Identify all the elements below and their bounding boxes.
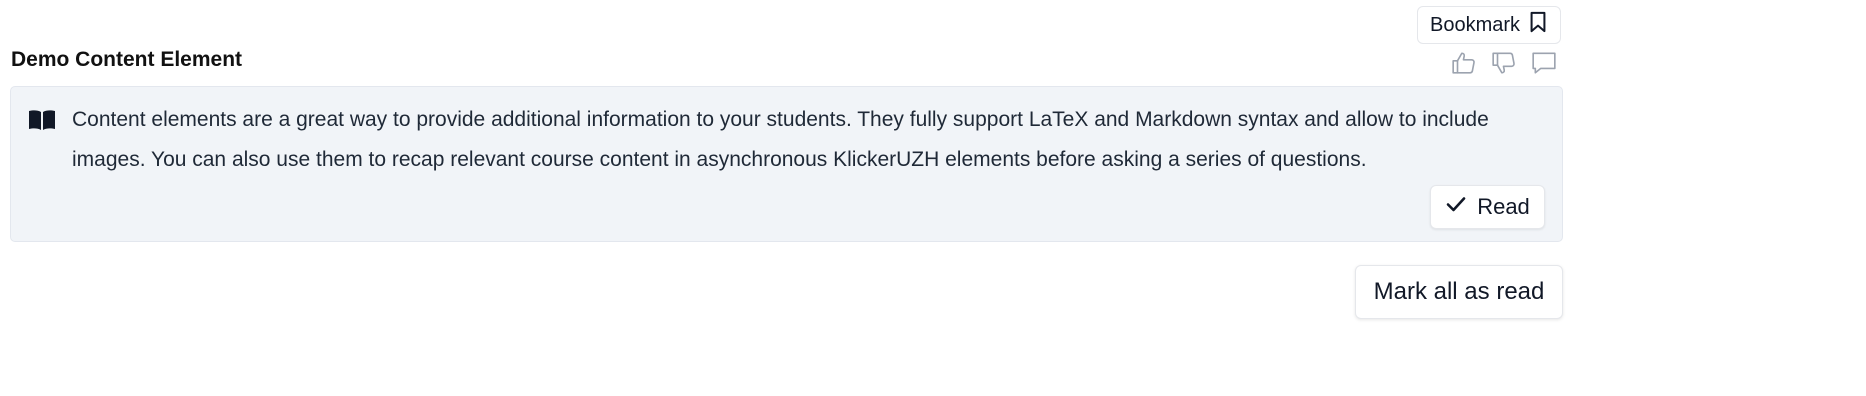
bookmark-icon [1528, 11, 1548, 39]
thumbs-down-icon[interactable] [1491, 50, 1517, 76]
read-button[interactable]: Read [1430, 185, 1545, 229]
mark-all-read-button[interactable]: Mark all as read [1355, 265, 1563, 319]
content-card: Content elements are a great way to prov… [10, 86, 1563, 242]
element-title: Demo Content Element [11, 48, 243, 71]
content-text: Content elements are a great way to prov… [72, 108, 1489, 171]
comment-icon[interactable] [1531, 50, 1557, 76]
bookmark-label: Bookmark [1429, 13, 1521, 36]
thumbs-up-icon[interactable] [1451, 50, 1477, 76]
read-label: Read [1477, 194, 1530, 219]
check-icon [1445, 193, 1467, 221]
feedback-bar [1451, 50, 1557, 76]
bookmark-button[interactable]: Bookmark [1417, 6, 1561, 44]
page: Bookmark Demo Content Element Content el… [0, 0, 1866, 396]
book-open-icon [28, 109, 56, 131]
